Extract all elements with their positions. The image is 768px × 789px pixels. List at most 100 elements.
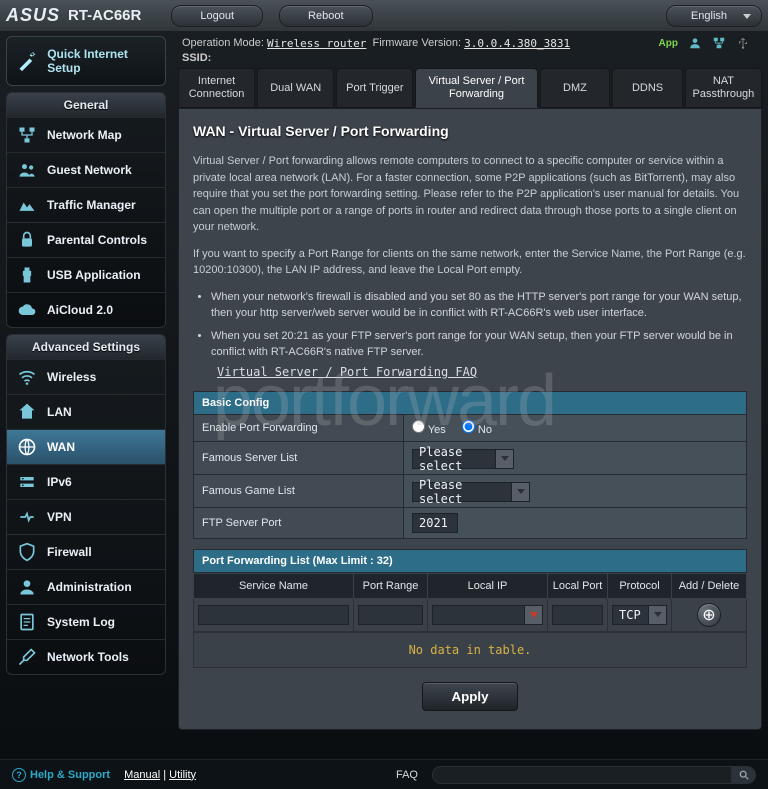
top-bar: ASUS RT-AC66R Logout Reboot English <box>0 0 768 32</box>
enable-pf-label: Enable Port Forwarding <box>194 415 404 442</box>
description-2: If you want to specify a Port Range for … <box>193 246 747 279</box>
tab-dmz[interactable]: DMZ <box>540 68 611 108</box>
ipv6-icon <box>17 472 37 492</box>
language-select[interactable]: English <box>666 5 762 27</box>
nav-label: LAN <box>47 405 72 419</box>
page-title: WAN - Virtual Server / Port Forwarding <box>193 123 747 139</box>
faq-link[interactable]: Virtual Server / Port Forwarding FAQ <box>217 363 477 381</box>
network-tools-icon <box>17 647 37 667</box>
usb-icon[interactable] <box>736 36 750 50</box>
col-protocol: Protocol <box>608 574 672 599</box>
col-local-ip: Local IP <box>428 574 548 599</box>
vpn-icon <box>17 507 37 527</box>
nav-guest-network[interactable]: Guest Network <box>7 152 165 187</box>
utility-link[interactable]: Utility <box>169 769 196 781</box>
fw-label: Firmware Version: <box>372 37 461 49</box>
nav-label: Wireless <box>47 370 96 384</box>
advanced-panel: Advanced Settings Wireless LAN WAN IPv6 … <box>6 334 166 675</box>
chevron-down-icon <box>512 482 530 502</box>
nav-wan[interactable]: WAN <box>7 429 165 464</box>
no-data-message: No data in table. <box>193 632 747 668</box>
tab-ddns[interactable]: DDNS <box>612 68 683 108</box>
ftp-port-input[interactable] <box>412 513 458 533</box>
advanced-header: Advanced Settings <box>7 335 165 359</box>
famous-game-label: Famous Game List <box>194 475 404 508</box>
nav-label: IPv6 <box>47 475 72 489</box>
fw-value[interactable]: 3.0.0.4.380_3831 <box>464 37 570 50</box>
local-ip-dropdown-icon[interactable] <box>525 605 543 625</box>
ftp-port-label: FTP Server Port <box>194 508 404 539</box>
radio-no[interactable] <box>462 420 475 433</box>
tab-port-trigger[interactable]: Port Trigger <box>336 68 413 108</box>
nav-parental-controls[interactable]: Parental Controls <box>7 222 165 257</box>
traffic-manager-icon <box>17 195 37 215</box>
bullet-1: When your network's firewall is disabled… <box>211 289 747 322</box>
radio-no-wrap[interactable]: No <box>462 420 492 436</box>
input-port-range[interactable] <box>358 605 423 625</box>
col-add-delete: Add / Delete <box>672 574 747 599</box>
app-icon[interactable]: App <box>659 38 678 49</box>
nav-wireless[interactable]: Wireless <box>7 359 165 394</box>
faq-search-input[interactable] <box>432 766 732 784</box>
add-button[interactable]: ⊕ <box>697 603 721 627</box>
administration-icon <box>17 577 37 597</box>
wan-icon <box>17 437 37 457</box>
info-row: Operation Mode: Wireless router Firmware… <box>172 32 768 52</box>
help-support-link[interactable]: ?Help & Support <box>12 768 110 782</box>
nav-vpn[interactable]: VPN <box>7 499 165 534</box>
nav-ipv6[interactable]: IPv6 <box>7 464 165 499</box>
search-icon <box>739 770 749 780</box>
brand-logo: ASUS <box>6 5 60 26</box>
lan-icon[interactable] <box>712 36 726 50</box>
tab-dual-wan[interactable]: Dual WAN <box>257 68 334 108</box>
famous-game-select[interactable]: Please select <box>412 482 530 502</box>
quick-internet-setup[interactable]: Quick Internet Setup <box>6 36 166 86</box>
ssid-row: SSID: <box>172 52 768 68</box>
search-button[interactable] <box>732 766 756 784</box>
tab-internet-connection[interactable]: Internet Connection <box>178 68 255 108</box>
nav-label: AiCloud 2.0 <box>47 303 113 317</box>
col-local-port: Local Port <box>548 574 608 599</box>
model-name: RT-AC66R <box>68 7 141 24</box>
apply-button[interactable]: Apply <box>422 682 517 711</box>
help-icon: ? <box>12 768 26 782</box>
nav-aicloud[interactable]: AiCloud 2.0 <box>7 292 165 327</box>
input-local-ip[interactable] <box>432 605 525 625</box>
radio-yes-wrap[interactable]: Yes <box>412 420 446 436</box>
pf-list-table: Service Name Port Range Local IP Local P… <box>193 573 747 632</box>
nav-network-tools[interactable]: Network Tools <box>7 639 165 674</box>
nav-label: Network Tools <box>47 650 129 664</box>
reboot-button[interactable]: Reboot <box>279 5 372 27</box>
manual-link[interactable]: Manual <box>124 769 160 781</box>
radio-yes[interactable] <box>412 420 425 433</box>
famous-server-select[interactable]: Please select <box>412 449 514 469</box>
nav-label: Network Map <box>47 128 122 142</box>
tab-virtual-server[interactable]: Virtual Server / Port Forwarding <box>415 68 537 108</box>
nav-lan[interactable]: LAN <box>7 394 165 429</box>
system-log-icon <box>17 612 37 632</box>
input-service-name[interactable] <box>198 605 349 625</box>
col-port-range: Port Range <box>354 574 428 599</box>
content-panel: WAN - Virtual Server / Port Forwarding V… <box>178 108 762 730</box>
nav-label: Guest Network <box>47 163 132 177</box>
tab-nat-passthrough[interactable]: NAT Passthrough <box>685 68 762 108</box>
user-icon[interactable] <box>688 36 702 50</box>
logout-button[interactable]: Logout <box>171 5 263 27</box>
firewall-icon <box>17 542 37 562</box>
nav-administration[interactable]: Administration <box>7 569 165 604</box>
nav-system-log[interactable]: System Log <box>7 604 165 639</box>
nav-firewall[interactable]: Firewall <box>7 534 165 569</box>
nav-network-map[interactable]: Network Map <box>7 117 165 152</box>
faq-label: FAQ <box>396 769 418 781</box>
input-local-port[interactable] <box>552 605 603 625</box>
nav-label: USB Application <box>47 268 141 282</box>
nav-label: Traffic Manager <box>47 198 136 212</box>
protocol-select[interactable]: TCP <box>612 605 667 625</box>
nav-usb-application[interactable]: USB Application <box>7 257 165 292</box>
op-mode-value[interactable]: Wireless router <box>267 37 366 50</box>
nav-traffic-manager[interactable]: Traffic Manager <box>7 187 165 222</box>
language-label: English <box>691 10 727 22</box>
nav-label: VPN <box>47 510 72 524</box>
parental-controls-icon <box>17 230 37 250</box>
basic-config-header: Basic Config <box>194 392 747 415</box>
